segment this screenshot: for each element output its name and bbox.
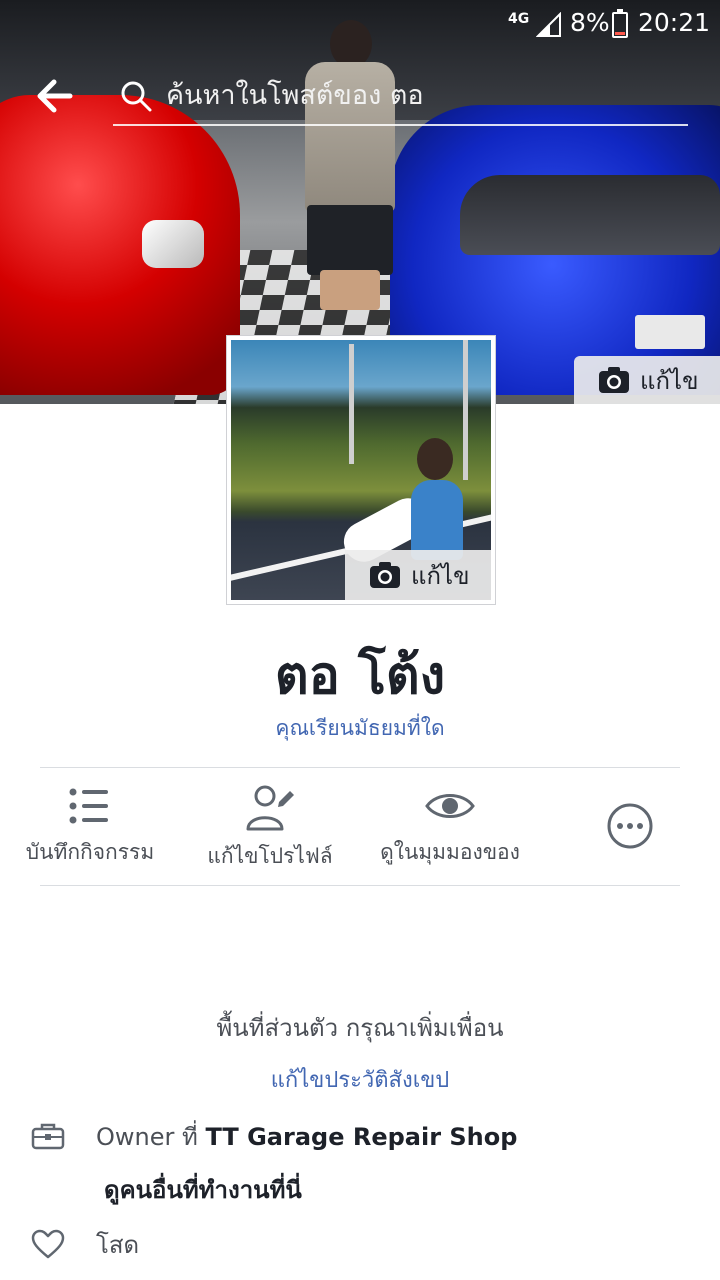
back-arrow-icon[interactable]: [34, 78, 74, 114]
edit-bio-link[interactable]: แก้ไขประวัติสังเขป: [0, 1064, 720, 1098]
more-button[interactable]: [590, 770, 670, 882]
edit-profile-picture-label: แก้ไข: [411, 561, 470, 590]
work-position: Owner ที่: [96, 1122, 206, 1151]
cover-person: [295, 20, 405, 310]
view-as-label: ดูในมุมมองของ: [380, 840, 520, 864]
view-as-button[interactable]: ดูในมุมมองของ: [370, 770, 530, 882]
search-icon: [121, 81, 152, 112]
cover-red-car: [0, 95, 240, 395]
work-text: Owner ที่ TT Garage Repair Shop: [96, 1117, 517, 1156]
eye-icon: [425, 794, 475, 818]
status-bar: 4G 8% 20:21: [0, 0, 720, 50]
activity-log-icon: [69, 788, 108, 824]
workplace-link[interactable]: TT Garage Repair Shop: [205, 1123, 517, 1151]
signal-icon: [536, 12, 561, 37]
network-type: 4G: [508, 11, 530, 27]
battery-icon: [612, 9, 628, 38]
activity-log-button[interactable]: บันทึกกิจกรรม: [10, 770, 170, 882]
edit-cover-button[interactable]: แก้ไข: [574, 356, 720, 404]
relationship-row[interactable]: โสด: [30, 1222, 710, 1266]
activity-log-label: บันทึกกิจกรรม: [25, 840, 155, 864]
search-input[interactable]: ค้นหาในโพสต์ของ ตอ: [166, 76, 424, 116]
camera-icon: [370, 562, 400, 588]
clock: 20:21: [638, 8, 711, 37]
edit-profile-label: แก้ไขโปรไฟล์: [207, 844, 333, 868]
privacy-text: พื้นที่ส่วนตัว กรุณาเพิ่มเพื่อน: [216, 1014, 504, 1042]
briefcase-icon: [31, 1123, 65, 1150]
relationship-status: โสด: [96, 1230, 140, 1259]
camera-icon: [599, 367, 629, 393]
heart-icon: [31, 1229, 65, 1259]
search-underline: [113, 124, 688, 126]
divider-top: [40, 767, 680, 768]
profile-actions: บันทึกกิจกรรม แก้ไขโปรไฟล์ ดูในมุมมองของ: [0, 770, 720, 882]
profile-picture[interactable]: แก้ไข: [226, 335, 496, 605]
profile-name: ตอ โต้ง: [274, 646, 446, 706]
work-row[interactable]: Owner ที่ TT Garage Repair Shop: [30, 1114, 710, 1158]
school-prompt-link[interactable]: คุณเรียนมัธยมที่ใด: [0, 712, 720, 744]
edit-cover-label: แก้ไข: [640, 366, 699, 395]
edit-profile-button[interactable]: แก้ไขโปรไฟล์: [190, 770, 350, 882]
edit-profile-picture-button[interactable]: แก้ไข: [345, 550, 491, 600]
more-icon: [607, 803, 653, 849]
see-coworkers-link[interactable]: ดูคนอื่นที่ทำงานที่นี่: [104, 1172, 302, 1208]
profile-photo: แก้ไข: [231, 340, 491, 600]
edit-profile-icon: [246, 785, 294, 831]
divider-bottom: [40, 885, 680, 886]
battery-percent: 8%: [570, 8, 610, 37]
